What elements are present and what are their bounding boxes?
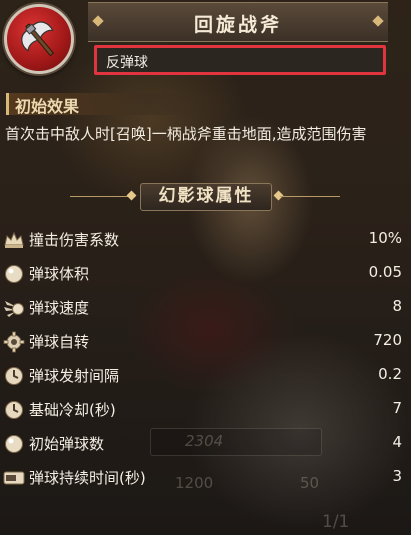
speed-comet-icon: [4, 301, 24, 317]
attribute-value: 8: [392, 297, 402, 315]
attribute-value: 10%: [368, 229, 402, 247]
clock-icon: [5, 367, 23, 385]
attribute-row: 基础冷却(秒) 7: [0, 393, 411, 427]
page-indicator: 1/1: [322, 512, 350, 532]
weapon-portrait[interactable]: [4, 4, 74, 74]
ball-icon: [5, 435, 23, 453]
attribute-row: 弹球发射间隔 0.2: [0, 359, 411, 393]
ball-name-value: 反弹球: [106, 55, 148, 71]
divider-ornament-left: [126, 190, 137, 201]
attribute-row: 弹球速度 8: [0, 291, 411, 325]
ball-icon: [5, 265, 23, 283]
attribute-row: 撞击伤害系数 10%: [0, 223, 411, 257]
ball-name-field[interactable]: 反弹球: [94, 45, 386, 75]
clock-icon: [5, 401, 23, 419]
attribute-value: 3: [392, 467, 402, 485]
attribute-list: 撞击伤害系数 10% 弹球体积 0.05 弹球速度 8 弹球自转 720 弹球发…: [0, 223, 411, 495]
title-banner: 回旋战斧: [88, 2, 388, 42]
initial-effect-description: 首次击中敌人时[召唤]一柄战斧重击地面,造成范围伤害: [5, 125, 367, 143]
attribute-label: 弹球速度: [29, 299, 90, 317]
initial-effect-heading-text: 初始效果: [15, 97, 80, 116]
divider-left: [70, 196, 130, 197]
attribute-value: 7: [392, 399, 402, 417]
attribute-row: 初始弹球数 4: [0, 427, 411, 461]
attributes-heading: 幻影球属性: [140, 183, 272, 211]
damage-crown-icon: [4, 231, 24, 248]
weapon-title: 回旋战斧: [193, 14, 282, 36]
attribute-value: 0.05: [368, 263, 402, 281]
attribute-row: 弹球体积 0.05: [0, 257, 411, 291]
attribute-label: 弹球体积: [29, 265, 90, 283]
attribute-label: 弹球持续时间(秒): [29, 469, 146, 487]
attribute-value: 720: [373, 331, 402, 349]
battle-axe-icon: [21, 21, 55, 57]
attribute-label: 基础冷却(秒): [29, 401, 116, 419]
attribute-row: 弹球自转 720: [0, 325, 411, 359]
divider-right: [280, 196, 340, 197]
attribute-label: 撞击伤害系数: [29, 231, 120, 249]
attributes-heading-text: 幻影球属性: [158, 186, 254, 206]
attribute-row: 弹球持续时间(秒) 3: [0, 461, 411, 495]
attribute-label: 弹球发射间隔: [29, 367, 120, 385]
spin-gear-icon: [3, 331, 25, 353]
attribute-value: 0.2: [378, 365, 402, 383]
duration-bar-icon: [3, 471, 25, 485]
attribute-label: 弹球自转: [29, 333, 90, 351]
initial-effect-heading: 初始效果: [6, 93, 239, 116]
attributes-banner: 幻影球属性: [70, 183, 340, 211]
attribute-value: 4: [392, 433, 402, 451]
attribute-label: 初始弹球数: [29, 435, 105, 453]
